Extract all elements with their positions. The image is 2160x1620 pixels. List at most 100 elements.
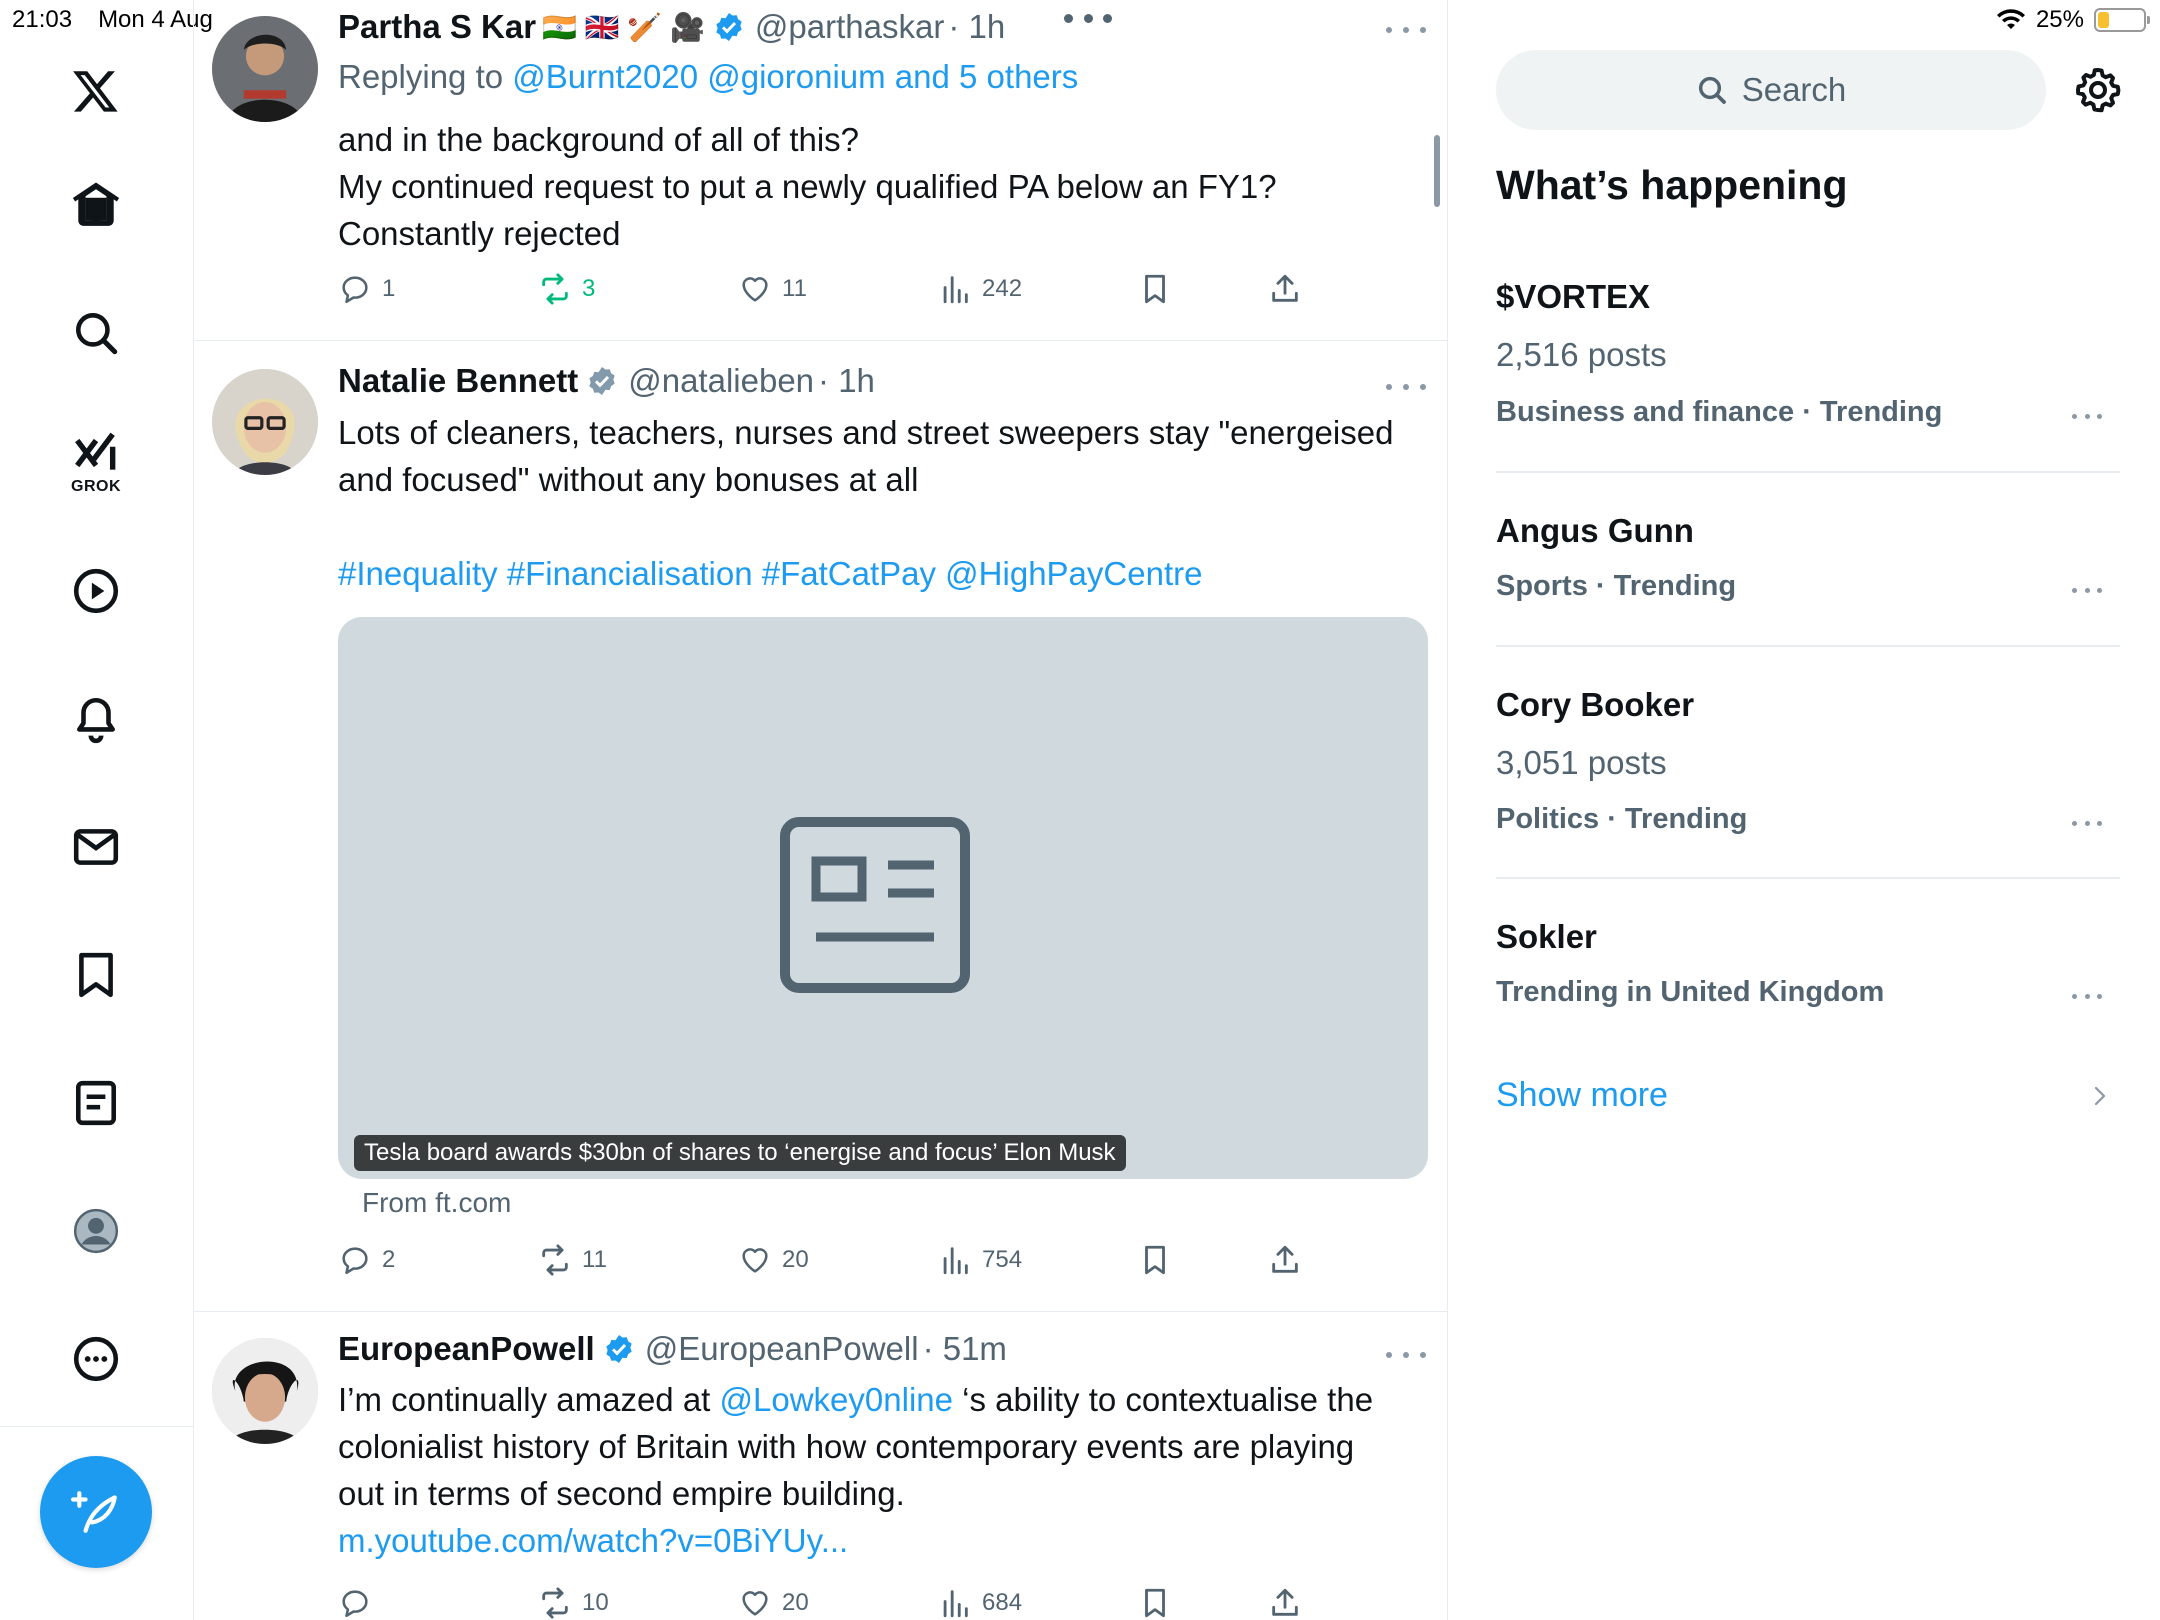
article-icon — [780, 817, 970, 993]
video-icon[interactable] — [65, 560, 127, 622]
share-icon — [1272, 1588, 1298, 1616]
show-more-link[interactable]: Show more — [1496, 1076, 1668, 1115]
bookmarks-icon[interactable] — [65, 944, 127, 1006]
tweet[interactable]: Natalie Bennett @natalieben · 1h Lots of… — [194, 341, 1447, 1311]
avatar[interactable] — [212, 369, 318, 475]
author-flags: 🇮🇳 🇬🇧 🏏 🎥 — [542, 11, 705, 43]
tweet-header: Partha S Kar 🇮🇳 🇬🇧 🏏 🎥 @parthaskar · 1h — [338, 8, 1005, 46]
repost-button[interactable]: 3 — [538, 272, 595, 306]
tweet-time[interactable]: · 51m — [923, 1330, 1007, 1368]
trend-more-icon[interactable] — [2072, 412, 2102, 420]
profile-icon[interactable] — [65, 1200, 127, 1262]
replying-mentions[interactable]: @Burnt2020 @gioronium and 5 others — [512, 58, 1078, 95]
chevron-right-icon[interactable] — [2088, 1084, 2112, 1108]
tweet-header: Natalie Bennett @natalieben · 1h — [338, 362, 875, 400]
author-name[interactable]: Partha S Kar — [338, 8, 536, 46]
share-icon — [1272, 1245, 1298, 1273]
tweet-more-icon[interactable] — [1386, 1345, 1426, 1365]
reply-button[interactable]: 2 — [338, 1243, 395, 1277]
tweet-time[interactable]: · 1h — [818, 362, 875, 400]
verified-badge-icon — [589, 367, 615, 395]
author-name[interactable]: Natalie Bennett — [338, 362, 578, 400]
tweet-time[interactable]: · 1h — [948, 8, 1005, 46]
more-icon[interactable] — [65, 1328, 127, 1390]
divider — [1496, 645, 2120, 647]
trend-name: Sokler — [1496, 918, 1597, 955]
lists-icon[interactable] — [65, 1072, 127, 1134]
compose-button[interactable] — [40, 1456, 152, 1568]
tweet-text-suffix: ‘s ability to contextualise the — [952, 1381, 1374, 1418]
trend-more-icon[interactable] — [2072, 586, 2102, 594]
like-button[interactable]: 11 — [738, 272, 807, 306]
tweet-link[interactable]: m.youtube.com/watch?v=0BiYUy... — [338, 1517, 1438, 1564]
heart-icon — [742, 1248, 768, 1273]
author-name[interactable]: EuropeanPowell — [338, 1330, 595, 1368]
menu-dots-icon[interactable] — [1064, 8, 1112, 28]
compose-icon — [71, 1491, 117, 1533]
bookmark-icon — [1145, 274, 1165, 304]
bookmark-button[interactable] — [1138, 272, 1172, 306]
home-icon[interactable] — [65, 173, 127, 235]
grok-icon[interactable] — [65, 422, 127, 484]
views-icon — [943, 276, 968, 304]
share-button[interactable] — [1268, 1586, 1302, 1620]
timeline: Partha S Kar 🇮🇳 🇬🇧 🏏 🎥 @parthaskar · 1h … — [194, 0, 1448, 1620]
trend-category: Politics · Trending — [1496, 803, 1748, 835]
trend-item[interactable]: $VORTEX 2,516 posts Business and finance… — [1496, 278, 2120, 458]
explore-icon[interactable] — [65, 302, 127, 364]
bookmark-button[interactable] — [1138, 1243, 1172, 1277]
trend-item[interactable]: Cory Booker 3,051 posts Politics · Trend… — [1496, 686, 2120, 866]
view-count: 242 — [982, 275, 1023, 302]
trend-more-icon[interactable] — [2072, 819, 2102, 827]
avatar[interactable] — [212, 16, 318, 122]
repost-button[interactable]: 10 — [538, 1586, 609, 1620]
grok-label: GROK — [71, 478, 121, 495]
share-button[interactable] — [1268, 1243, 1302, 1277]
tweet-hashtags[interactable]: #Inequality #Financialisation #FatCatPay… — [338, 550, 1438, 597]
views-button[interactable]: 754 — [938, 1243, 1022, 1277]
reply-icon — [342, 276, 368, 304]
tweet-more-icon[interactable] — [1386, 20, 1426, 40]
trend-item[interactable]: Sokler Trending in United Kingdom — [1496, 918, 2120, 1038]
trend-category: Sports · Trending — [1496, 570, 1737, 602]
notifications-icon[interactable] — [65, 688, 127, 750]
x-logo-icon[interactable] — [65, 60, 127, 122]
views-button[interactable]: 242 — [938, 272, 1022, 306]
views-button[interactable]: 684 — [938, 1586, 1022, 1620]
trend-more-icon[interactable] — [2072, 992, 2102, 1000]
author-handle[interactable]: @natalieben — [628, 362, 814, 400]
tweet[interactable]: Partha S Kar 🇮🇳 🇬🇧 🏏 🎥 @parthaskar · 1h … — [194, 0, 1447, 340]
bookmark-button[interactable] — [1138, 1586, 1172, 1620]
messages-icon[interactable] — [65, 816, 127, 878]
reply-button[interactable]: 1 — [338, 272, 395, 306]
bookmark-icon — [1145, 1588, 1165, 1618]
author-handle[interactable]: @EuropeanPowell — [645, 1330, 919, 1368]
like-count: 20 — [782, 1589, 809, 1616]
heart-icon — [742, 1591, 768, 1616]
link-card[interactable]: Tesla board awards $30bn of shares to ‘e… — [338, 617, 1428, 1179]
share-button[interactable] — [1268, 272, 1302, 306]
search-icon — [1698, 76, 1726, 104]
card-source[interactable]: From ft.com — [362, 1187, 511, 1219]
repost-button[interactable]: 11 — [538, 1243, 607, 1277]
tweet-text-prefix: I’m continually amazed at — [338, 1381, 720, 1418]
tweet-more-icon[interactable] — [1386, 377, 1426, 397]
like-count: 11 — [782, 275, 807, 302]
replying-prefix: Replying to — [338, 58, 513, 95]
like-count: 20 — [782, 1246, 809, 1273]
tweet-mention[interactable]: @Lowkey0nline — [720, 1381, 953, 1418]
reply-icon — [342, 1590, 368, 1618]
author-handle[interactable]: @parthaskar — [755, 8, 944, 46]
like-button[interactable]: 20 — [738, 1243, 809, 1277]
tweet-actions: 1 3 11 242 — [338, 272, 1338, 312]
tweet-text: and in the background of all of this? My… — [338, 116, 1438, 257]
gear-icon[interactable] — [2074, 66, 2122, 114]
tweet-line: colonialist history of Britain with how … — [338, 1428, 1355, 1465]
avatar[interactable] — [212, 1338, 318, 1444]
reply-button[interactable] — [338, 1586, 382, 1620]
search-input[interactable]: Search — [1496, 50, 2046, 130]
like-button[interactable]: 20 — [738, 1586, 809, 1620]
trend-item[interactable]: Angus Gunn Sports · Trending — [1496, 512, 2120, 632]
trend-name: Cory Booker — [1496, 686, 1695, 723]
tweet[interactable]: EuropeanPowell @EuropeanPowell · 51m I’m… — [194, 1312, 1447, 1620]
